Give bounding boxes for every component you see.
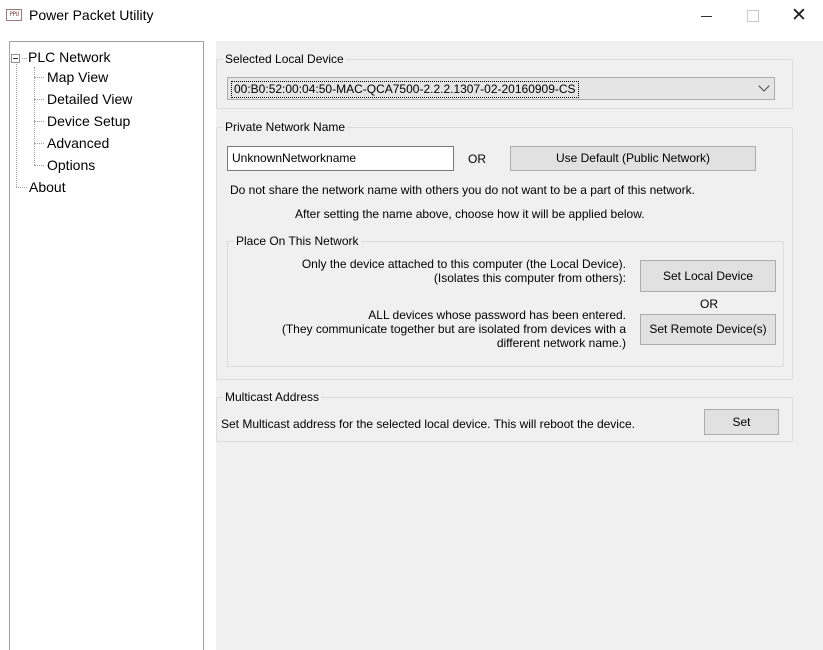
tree-item-about[interactable]: About: [29, 177, 66, 197]
local-device-description: Only the device attached to this compute…: [301, 257, 626, 271]
close-button[interactable]: ✕: [776, 0, 822, 30]
instruction-text: After setting the name above, choose how…: [295, 207, 645, 221]
dropdown-selected-value: 00:B0:52:00:04:50-MAC-QCA7500-2.2.2.1307…: [231, 81, 579, 98]
title-bar: PPU Power Packet Utility ✕: [0, 0, 823, 30]
place-on-network-group: Place On This Network Only the device at…: [227, 234, 784, 367]
tree-connector: [22, 58, 27, 59]
tree-connector: [34, 99, 44, 100]
tree-connector: [34, 165, 44, 166]
or-label: OR: [700, 297, 718, 311]
tree-item-advanced[interactable]: Advanced: [47, 133, 109, 153]
network-name-input[interactable]: UnknownNetworkname: [227, 146, 454, 171]
group-title: Place On This Network: [234, 234, 361, 248]
selected-device-group: Selected Local Device 00:B0:52:00:04:50-…: [216, 52, 793, 109]
warning-text: Do not share the network name with other…: [230, 183, 695, 197]
content-panel: Selected Local Device 00:B0:52:00:04:50-…: [216, 41, 823, 650]
group-title: Multicast Address: [223, 390, 322, 404]
remote-devices-description: different network name.): [496, 336, 626, 350]
maximize-button[interactable]: [730, 0, 776, 30]
multicast-description: Set Multicast address for the selected l…: [221, 417, 635, 431]
tree-item-device-setup[interactable]: Device Setup: [47, 111, 130, 131]
tree-item-options[interactable]: Options: [47, 155, 95, 175]
private-network-group: Private Network Name UnknownNetworkname …: [216, 120, 793, 380]
remote-devices-description: (They communicate together but are isola…: [281, 322, 626, 336]
minimize-button[interactable]: [684, 0, 730, 30]
tree-item-map-view[interactable]: Map View: [47, 67, 108, 87]
navigation-tree-panel: PLC Network Map View Detailed View Devic…: [9, 41, 204, 650]
tree-connector: [16, 187, 27, 188]
remote-devices-description: ALL devices whose password has been ente…: [368, 308, 626, 322]
tree-item-plc-network[interactable]: PLC Network: [28, 47, 110, 67]
local-device-description: (Isolates this computer from others):: [433, 271, 626, 285]
chevron-down-icon: [758, 80, 770, 92]
group-title: Private Network Name: [223, 120, 348, 134]
tree-connector: [34, 143, 44, 144]
tree-connector: [16, 64, 17, 187]
set-local-device-button[interactable]: Set Local Device: [640, 260, 776, 292]
set-remote-devices-button[interactable]: Set Remote Device(s): [640, 314, 776, 345]
window-title: Power Packet Utility: [29, 7, 154, 23]
group-title: Selected Local Device: [223, 52, 346, 66]
use-default-button[interactable]: Use Default (Public Network): [510, 146, 756, 171]
tree-connector: [34, 121, 44, 122]
or-label: OR: [468, 152, 486, 166]
tree-connector: [34, 67, 35, 165]
app-logo-icon: PPU: [6, 9, 22, 21]
collapse-toggle-icon[interactable]: [11, 54, 20, 63]
tree-connector: [34, 77, 44, 78]
multicast-address-group: Multicast Address Set Multicast address …: [216, 390, 793, 442]
tree-item-detailed-view[interactable]: Detailed View: [47, 89, 132, 109]
local-device-dropdown[interactable]: 00:B0:52:00:04:50-MAC-QCA7500-2.2.2.1307…: [227, 77, 775, 100]
set-multicast-button[interactable]: Set: [704, 409, 779, 435]
